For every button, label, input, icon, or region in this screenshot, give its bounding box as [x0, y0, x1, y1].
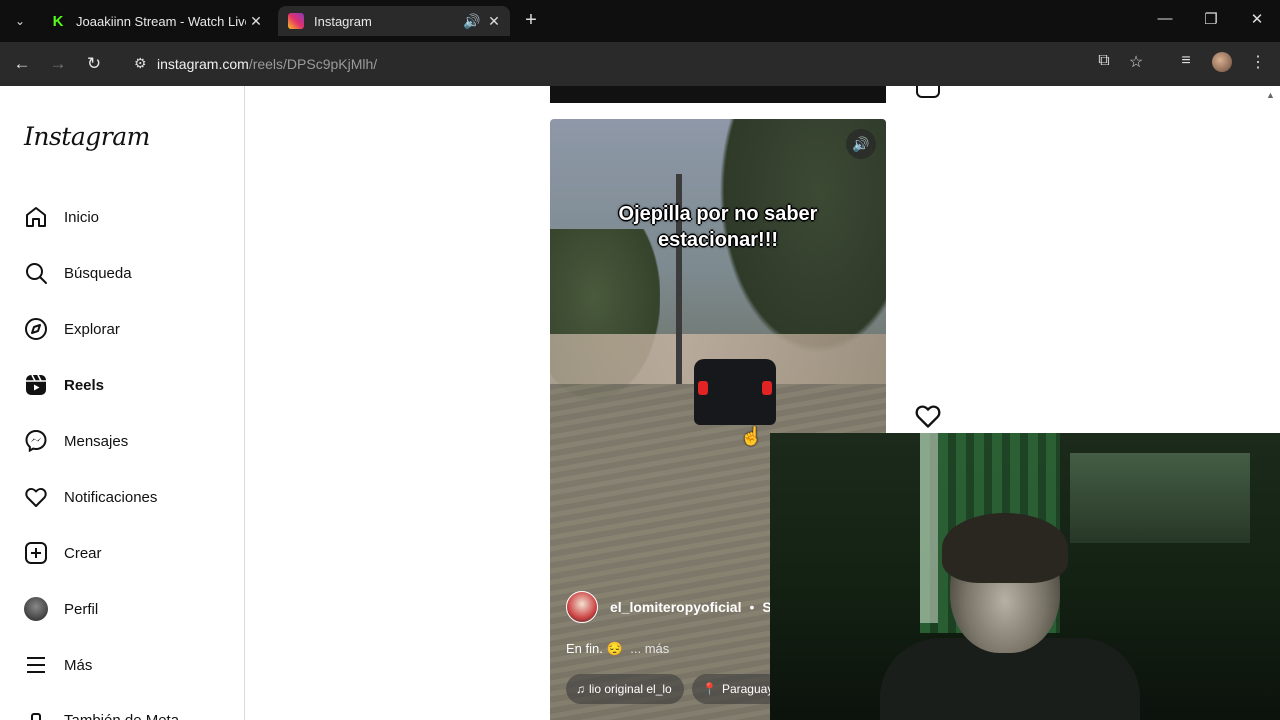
plus-square-icon [24, 541, 48, 565]
scrollbar-up-arrow-icon[interactable]: ▲ [1266, 90, 1275, 100]
like-heart-icon[interactable] [914, 402, 942, 430]
sidebar-item-inicio[interactable]: Inicio [24, 197, 99, 237]
url-path: /reels/DPSc9pKjMlh/ [248, 56, 378, 72]
reel-overlay-text: Ojepilla por no saber estacionar!!! [598, 201, 838, 253]
more-link[interactable]: ... más [630, 641, 669, 656]
share-icon[interactable] [916, 86, 940, 98]
reel-author[interactable]: el_lomiteropyoficial • Se [566, 591, 780, 623]
music-note-icon: ♫ [576, 682, 585, 696]
bookmark-star-icon[interactable]: ☆ [1124, 52, 1148, 72]
reload-icon[interactable]: ↻ [82, 52, 106, 76]
close-window-icon[interactable]: ✕ [1242, 10, 1272, 28]
tab-title: Joaakiinn Stream - Watch Live c [76, 13, 246, 29]
author-avatar[interactable] [566, 591, 598, 623]
sidebar-item-mas[interactable]: Más [24, 645, 92, 685]
sidebar-item-notificaciones[interactable]: Notificaciones [24, 477, 157, 517]
video-car [694, 359, 776, 425]
tab-audio-icon[interactable]: 🔊 [462, 13, 482, 30]
media-control-icon[interactable]: ≡ [1174, 52, 1198, 70]
url-host: instagram.com [157, 56, 249, 72]
install-app-icon[interactable]: ⧉ [1092, 52, 1116, 70]
webcam-person [942, 513, 1068, 583]
site-info-icon[interactable]: ⚙ [134, 55, 147, 72]
address-bar[interactable]: ⚙ instagram.com/reels/DPSc9pKjMlh/ [120, 48, 1160, 80]
url-text[interactable]: instagram.com/reels/DPSc9pKjMlh/ [157, 56, 377, 72]
sidebar-item-mensajes[interactable]: Mensajes [24, 421, 128, 461]
webcam-scene [1070, 453, 1250, 543]
description-text: En fin. 😔 [566, 641, 623, 656]
meta-icon [24, 708, 48, 720]
webcam-overlay [770, 433, 1280, 720]
sidebar-item-label: Reels [64, 376, 105, 394]
forward-icon[interactable]: → [46, 52, 70, 76]
mouse-cursor-icon: ☝ [740, 426, 763, 446]
browser-tab-bar: ⌄ K Joaakiinn Stream - Watch Live c ✕ In… [0, 0, 1280, 42]
sidebar-item-crear[interactable]: Crear [24, 533, 102, 573]
separator-dot: • [749, 599, 755, 615]
tab-close-icon[interactable]: ✕ [484, 13, 504, 30]
heart-icon [24, 485, 48, 509]
sidebar: Instagram Inicio Búsqueda Explorar Reels [0, 86, 245, 720]
sidebar-item-tambien-de-meta[interactable]: También de Meta [24, 700, 179, 720]
restore-icon[interactable]: ❐ [1196, 10, 1226, 28]
overlay-line: estacionar!!! [657, 229, 779, 251]
messenger-icon [24, 429, 48, 453]
sidebar-item-perfil[interactable]: Perfil [24, 589, 98, 629]
avatar [24, 597, 48, 621]
tab-title: Instagram [314, 13, 372, 29]
sidebar-item-label: Inicio [64, 208, 100, 226]
browser-toolbar: ← → ↻ ⚙ instagram.com/reels/DPSc9pKjMlh/… [0, 42, 1280, 86]
webcam-scene [920, 433, 938, 623]
tab-search-chevron-icon[interactable]: ⌄ [8, 9, 32, 33]
location-label: Paraguay [721, 682, 774, 696]
compass-icon [24, 317, 48, 341]
kick-favicon-icon: K [50, 13, 66, 30]
sidebar-item-explorar[interactable]: Explorar [24, 309, 120, 349]
reel-description: En fin. 😔 ... más [566, 641, 669, 657]
audio-chip[interactable]: ♫ lio original el_lo [566, 674, 684, 704]
location-pin-icon: 📍 [702, 682, 717, 696]
sidebar-item-label: También de Meta [64, 711, 180, 720]
sidebar-item-label: Notificaciones [64, 488, 158, 506]
sidebar-item-label: Búsqueda [64, 264, 132, 282]
previous-reel[interactable] [550, 86, 886, 103]
minimize-icon[interactable]: — [1150, 10, 1180, 27]
tab-close-icon[interactable]: ✕ [246, 13, 266, 30]
back-icon[interactable]: ← [10, 52, 34, 76]
home-icon [24, 205, 48, 229]
sidebar-item-label: Mensajes [64, 432, 129, 450]
reels-icon [24, 373, 48, 397]
sidebar-item-label: Explorar [64, 320, 120, 338]
sidebar-item-label: Más [64, 656, 93, 674]
menu-icon [24, 653, 48, 677]
volume-icon[interactable]: 🔊 [846, 129, 876, 159]
overlay-line: Ojepilla por no saber [618, 203, 818, 225]
sidebar-item-label: Perfil [64, 600, 99, 618]
sidebar-item-reels[interactable]: Reels [24, 365, 104, 405]
new-tab-icon[interactable]: + [520, 10, 542, 32]
search-icon [24, 261, 48, 285]
instagram-favicon-icon [288, 13, 304, 29]
location-chip[interactable]: 📍 Paraguay [692, 674, 782, 704]
instagram-logo[interactable]: Instagram [24, 122, 150, 151]
author-username[interactable]: el_lomiteropyoficial [610, 599, 741, 615]
tab-instagram[interactable]: Instagram 🔊 ✕ [278, 6, 510, 36]
tab-kick-stream[interactable]: K Joaakiinn Stream - Watch Live c ✕ [40, 6, 272, 36]
sidebar-item-busqueda[interactable]: Búsqueda [24, 253, 132, 293]
browser-menu-icon[interactable]: ⋮ [1246, 52, 1270, 72]
browser-profile-avatar[interactable] [1212, 52, 1232, 72]
audio-label: lio original el_lo [589, 682, 672, 696]
sidebar-item-label: Crear [64, 544, 102, 562]
